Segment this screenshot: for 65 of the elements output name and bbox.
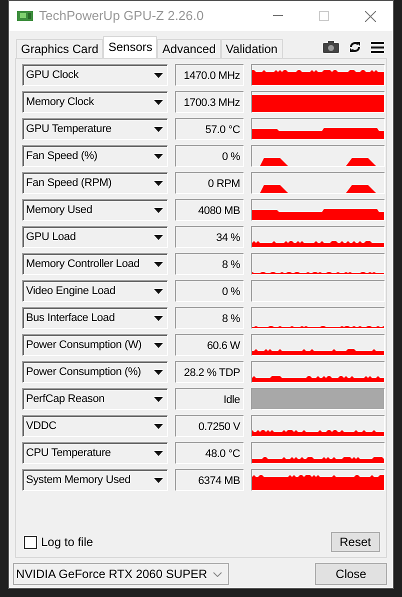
sensor-value: 57.0 °C <box>175 118 244 140</box>
caret-icon <box>154 316 163 320</box>
tab[interactable]: Sensors <box>103 36 158 58</box>
sensor-dropdown[interactable]: Memory Used <box>22 199 168 221</box>
menu-icon[interactable] <box>371 42 384 52</box>
sensor-dropdown[interactable]: Fan Speed (%) <box>22 145 168 167</box>
tab[interactable]: Graphics Card <box>16 39 104 58</box>
sensor-value: 0 % <box>175 280 244 302</box>
caret-icon <box>154 370 163 374</box>
caret-icon <box>154 234 163 240</box>
sensor-dropdown[interactable]: Bus Interface Load <box>22 307 168 329</box>
caret-icon <box>154 288 163 294</box>
sensor-dropdown[interactable]: GPU Temperature <box>22 118 168 140</box>
close-button[interactable]: Close <box>315 563 387 585</box>
sensor-dropdown[interactable]: Memory Controller Load <box>22 253 168 275</box>
log-checkbox[interactable] <box>24 536 37 548</box>
refresh-icon[interactable] <box>349 41 361 53</box>
sensor-value: 8 % <box>175 307 244 329</box>
tab[interactable]: Advanced <box>157 39 221 58</box>
sensor-value: 60.6 W <box>175 334 244 356</box>
app-icon <box>17 10 33 22</box>
sensor-value: 28.2 % TDP <box>175 361 244 383</box>
sensor-dropdown[interactable]: Power Consumption (W) <box>22 334 168 356</box>
caret-icon <box>154 424 163 428</box>
sensor-dropdown[interactable]: CPU Temperature <box>22 442 168 464</box>
sensor-dropdown[interactable]: VDDC <box>22 415 168 437</box>
sensor-value: 34 % <box>175 226 244 248</box>
sensor-dropdown[interactable]: System Memory Used <box>22 469 168 491</box>
chevron-icon <box>213 572 222 576</box>
caret-icon <box>154 478 163 482</box>
sensor-dropdown[interactable]: Memory Clock <box>22 91 168 113</box>
sensor-value: 1470.0 MHz <box>175 64 244 86</box>
caret-icon <box>154 208 163 212</box>
sensor-dropdown[interactable]: PerfCap Reason <box>22 388 168 410</box>
sensor-value: 0 RPM <box>175 172 244 194</box>
caret-icon <box>154 180 163 186</box>
caret-icon <box>154 154 163 158</box>
minimize-icon[interactable] <box>273 15 283 17</box>
caret-icon <box>154 100 163 104</box>
sensor-dropdown[interactable]: Video Engine Load <box>22 280 168 302</box>
sensor-value: 8 % <box>175 253 244 275</box>
sensor-dropdown[interactable]: GPU Load <box>22 226 168 248</box>
sensor-value: 48.0 °C <box>175 442 244 464</box>
gpu-dropdown[interactable]: NVIDIA GeForce RTX 2060 SUPER <box>13 563 229 585</box>
tab[interactable]: Validation <box>220 39 283 58</box>
sensor-dropdown[interactable]: GPU Clock <box>22 64 168 86</box>
caret-icon <box>154 262 163 266</box>
caret-icon <box>154 342 163 348</box>
sensor-value: 1700.3 MHz <box>175 91 244 113</box>
window-title: TechPowerUp GPU-Z 2.26.0 <box>39 7 205 26</box>
sensor-dropdown[interactable]: Fan Speed (RPM) <box>22 172 168 194</box>
camera-icon[interactable] <box>323 41 339 53</box>
sensor-value: Idle <box>175 388 244 410</box>
sensor-value: 0.7250 V <box>175 415 244 437</box>
sensor-value: 6374 MB <box>175 469 244 491</box>
close-icon[interactable] <box>364 10 376 22</box>
caret-icon <box>154 72 163 78</box>
checkbox-label: Log to file <box>41 534 94 551</box>
caret-icon <box>154 450 163 456</box>
sensor-dropdown[interactable]: Power Consumption (%) <box>22 361 168 383</box>
sensor-value: 0 % <box>175 145 244 167</box>
reset-button[interactable]: Reset <box>330 532 380 552</box>
caret-icon <box>154 126 163 132</box>
caret-icon <box>154 396 163 402</box>
sensor-value: 4080 MB <box>175 199 244 221</box>
